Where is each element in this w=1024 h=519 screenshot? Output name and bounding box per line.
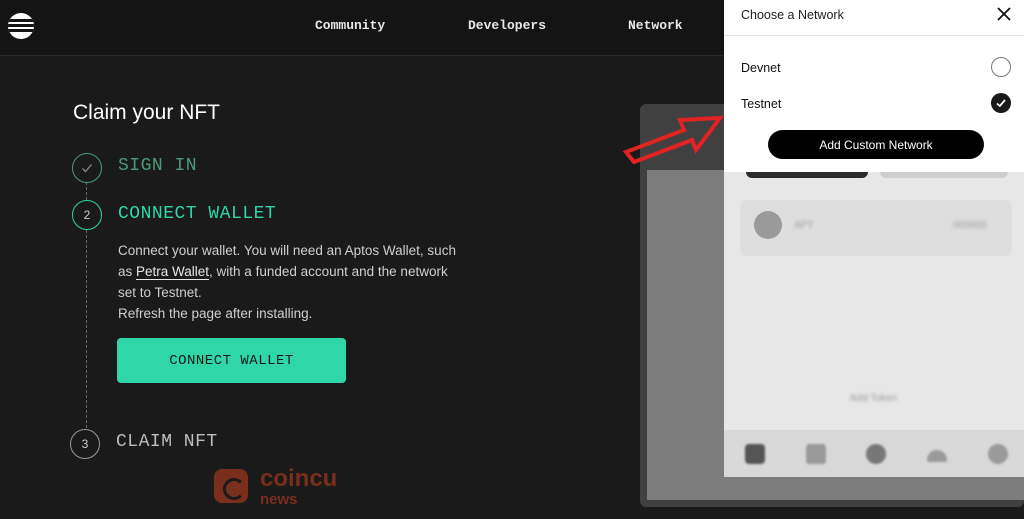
step-1-circle <box>72 153 102 183</box>
description-line: Connect your wallet. You will need an Ap… <box>118 243 456 258</box>
wallet-tab-icon <box>988 444 1008 464</box>
connect-wallet-button[interactable]: CONNECT WALLET <box>117 338 346 383</box>
panel-title: Choose a Network <box>741 8 844 22</box>
watermark-subtext: news <box>260 491 298 508</box>
add-token-link: Add Token <box>850 393 898 404</box>
asset-label: APT <box>794 220 814 231</box>
aptos-logo-icon[interactable] <box>8 13 34 39</box>
step-connector <box>86 182 87 200</box>
testnet-radio[interactable] <box>991 93 1011 113</box>
devnet-radio[interactable] <box>991 57 1011 77</box>
network-option-devnet[interactable]: Devnet <box>741 61 781 75</box>
connect-wallet-description: Connect your wallet. You will need an Ap… <box>118 240 478 324</box>
wallet-tab-icon <box>866 444 886 464</box>
nav-link-developers[interactable]: Developers <box>468 18 546 33</box>
nav-link-community[interactable]: Community <box>315 18 385 33</box>
choose-network-panel: Choose a Network Devnet Testnet Add Cust… <box>724 0 1024 172</box>
description-text: as <box>118 264 137 279</box>
page-title: Claim your NFT <box>73 101 221 124</box>
close-icon[interactable] <box>995 5 1013 23</box>
step-3-circle: 3 <box>70 429 100 459</box>
coincu-logo-icon <box>214 469 248 503</box>
step-3-label: CLAIM NFT <box>116 432 218 452</box>
step-2-label: CONNECT WALLET <box>118 204 277 224</box>
description-line: as Petra Wallet, with a funded account a… <box>118 261 478 282</box>
description-line: set to Testnet. <box>118 285 202 300</box>
asset-token-icon <box>754 211 782 239</box>
add-custom-network-button[interactable]: Add Custom Network <box>768 130 984 159</box>
step-2-circle: 2 <box>72 200 102 230</box>
panel-header: Choose a Network <box>724 0 1024 36</box>
description-text: , with a funded account and the network <box>209 264 448 279</box>
wallet-tab-icon <box>745 444 765 464</box>
description-line: Refresh the page after installing. <box>118 306 313 321</box>
checkmark-radio-icon <box>996 99 1006 108</box>
red-arrow-icon <box>622 115 725 165</box>
wallet-tab-icon <box>806 444 826 464</box>
watermark-text: coincu <box>260 465 338 492</box>
asset-amount: 000000 <box>953 220 987 231</box>
check-icon <box>82 164 92 173</box>
nav-link-network[interactable]: Network <box>628 18 683 33</box>
network-option-testnet[interactable]: Testnet <box>741 97 781 111</box>
petra-wallet-link[interactable]: Petra Wallet <box>136 264 210 280</box>
step-1-label: SIGN IN <box>118 156 198 176</box>
step-connector <box>86 230 87 428</box>
